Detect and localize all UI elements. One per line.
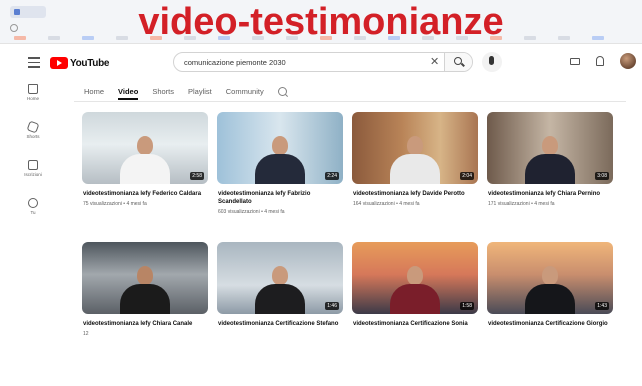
rail-item-label: Shorts xyxy=(26,134,40,139)
channel-search-icon[interactable] xyxy=(277,86,287,96)
video-thumbnail[interactable]: 1:58 xyxy=(352,242,478,314)
person-figure xyxy=(255,136,305,184)
tab-video[interactable]: Video xyxy=(118,87,139,100)
video-card[interactable]: 1:43 videotestimonianza Certificazione G… xyxy=(487,242,613,360)
clear-search-icon[interactable]: ✕ xyxy=(430,56,439,68)
video-thumbnail[interactable]: 1:43 xyxy=(487,242,613,314)
video-thumbnail[interactable]: 2:24 xyxy=(217,112,343,184)
video-title[interactable]: videotestimonianza lefy Chiara Canale xyxy=(83,320,208,328)
person-figure xyxy=(255,266,305,314)
voice-search-button[interactable] xyxy=(482,52,502,72)
channel-tabs: Home Video Shorts Playlist Community xyxy=(84,84,287,100)
video-duration: 1:58 xyxy=(460,302,474,310)
video-card[interactable]: 2:58 videotestimonianza lefy Federico Ca… xyxy=(82,112,208,230)
logo-text: YouTube xyxy=(70,57,110,69)
rail-item-label: Tu xyxy=(30,210,36,215)
video-title[interactable]: videotestimonianza lefy Chiara Pernino xyxy=(488,190,613,198)
shorts-icon xyxy=(26,120,40,134)
account-avatar[interactable] xyxy=(620,53,636,69)
video-card[interactable]: 1:46 videotestimonianza Certificazione S… xyxy=(217,242,343,360)
youtube-play-icon xyxy=(50,57,68,69)
person-figure xyxy=(525,136,575,184)
video-duration: 2:04 xyxy=(460,172,474,180)
video-card[interactable]: 3:08 videotestimonianza lefy Chiara Pern… xyxy=(487,112,613,230)
video-thumbnail[interactable] xyxy=(82,242,208,314)
video-title[interactable]: videotestimonianza Certificazione Stefan… xyxy=(218,320,343,328)
person-figure xyxy=(525,266,575,314)
video-grid: 2:58 videotestimonianza lefy Federico Ca… xyxy=(82,112,614,360)
video-thumbnail[interactable]: 2:58 xyxy=(82,112,208,184)
video-stats: 12 xyxy=(83,331,89,337)
video-title[interactable]: videotestimonianza Certificazione Giorgi… xyxy=(488,320,613,328)
video-title[interactable]: videotestimonianza Certificazione Sonia xyxy=(353,320,478,328)
video-stats: 171 visualizzazioni • 4 mesi fa xyxy=(488,201,555,207)
video-duration: 1:43 xyxy=(595,302,609,310)
overlay-caption: video-testimonianze xyxy=(138,1,504,43)
video-card[interactable]: 1:58 videotestimonianza Certificazione S… xyxy=(352,242,478,360)
create-video-icon[interactable] xyxy=(570,58,580,65)
video-duration: 2:24 xyxy=(325,172,339,180)
search-box[interactable]: comunicazione piemonte 2030 ✕ xyxy=(173,52,473,72)
rail-item-you[interactable]: Tu xyxy=(18,198,48,236)
tab-community[interactable]: Community xyxy=(226,87,264,96)
rail-item-shorts[interactable]: Shorts xyxy=(18,120,48,160)
person-figure xyxy=(120,136,170,184)
video-duration: 2:58 xyxy=(190,172,204,180)
video-title[interactable]: videotestimonianza lefy Davide Perotto xyxy=(353,190,478,198)
home-icon xyxy=(28,84,38,94)
search-icon xyxy=(454,57,462,65)
video-stats: 603 visualizzazioni • 4 mesi fa xyxy=(218,209,285,215)
video-title[interactable]: videotestimonianza lefy Fabrizio Scandel… xyxy=(218,190,343,206)
video-card[interactable]: 2:24 videotestimonianza lefy Fabrizio Sc… xyxy=(217,112,343,230)
youtube-logo[interactable]: YouTube xyxy=(50,56,110,70)
video-thumbnail[interactable]: 3:08 xyxy=(487,112,613,184)
you-icon xyxy=(28,198,38,208)
tab-shorts[interactable]: Shorts xyxy=(152,87,174,96)
video-thumbnail[interactable]: 1:46 xyxy=(217,242,343,314)
video-stats: 164 visualizzazioni • 4 mesi fa xyxy=(353,201,420,207)
person-figure xyxy=(120,266,170,314)
youtube-topbar: YouTube comunicazione piemonte 2030 ✕ xyxy=(0,48,642,78)
person-figure xyxy=(390,266,440,314)
search-button[interactable] xyxy=(444,53,472,71)
video-duration: 3:08 xyxy=(595,172,609,180)
left-rail: Home Shorts Iscrizioni Tu xyxy=(18,84,48,236)
notifications-icon[interactable] xyxy=(596,56,604,66)
rail-item-subscriptions[interactable]: Iscrizioni xyxy=(18,160,48,198)
search-input[interactable]: comunicazione piemonte 2030 xyxy=(184,58,286,67)
video-card[interactable]: videotestimonianza lefy Chiara Canale 12 xyxy=(82,242,208,360)
menu-icon[interactable] xyxy=(28,57,40,68)
tab-playlist[interactable]: Playlist xyxy=(188,87,212,96)
subscriptions-icon xyxy=(28,160,38,170)
tab-home[interactable]: Home xyxy=(84,87,104,96)
video-stats: 75 visualizzazioni • 4 mesi fa xyxy=(83,201,147,207)
rail-item-label: Iscrizioni xyxy=(24,172,42,177)
video-title[interactable]: videotestimonianza lefy Federico Caldara xyxy=(83,190,208,198)
rail-item-home[interactable]: Home xyxy=(18,84,48,122)
rail-item-label: Home xyxy=(26,96,39,101)
video-thumbnail[interactable]: 2:04 xyxy=(352,112,478,184)
video-duration: 1:46 xyxy=(325,302,339,310)
video-card[interactable]: 2:04 videotestimonianza lefy Davide Pero… xyxy=(352,112,478,230)
person-figure xyxy=(390,136,440,184)
tabs-divider xyxy=(74,101,626,102)
